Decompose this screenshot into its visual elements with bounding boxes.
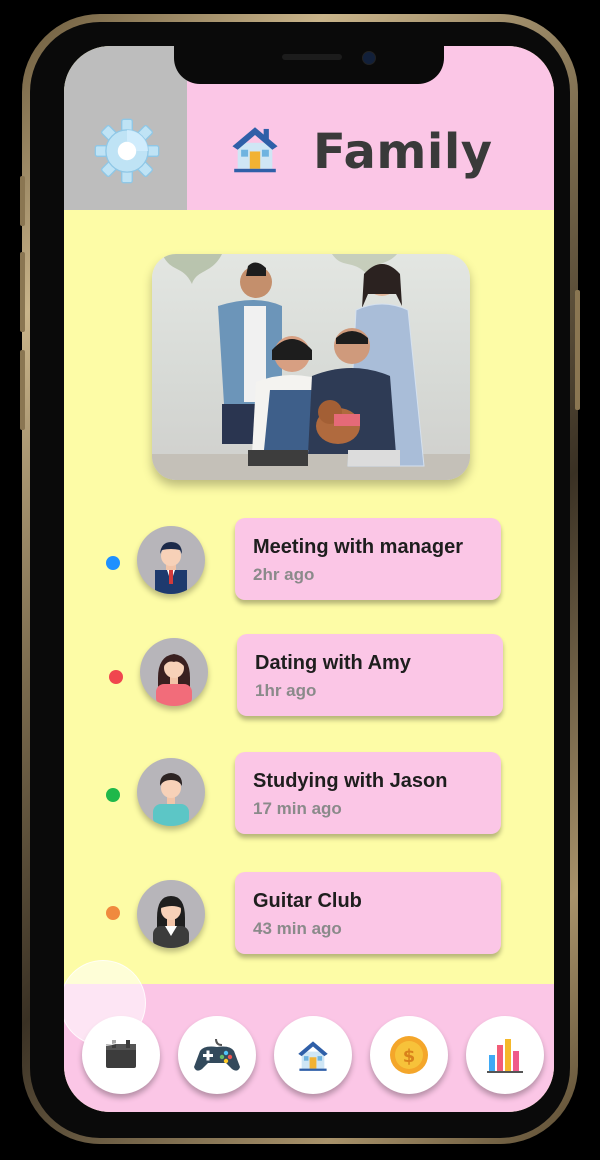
activity-time: 1hr ago	[255, 681, 317, 700]
activity-card[interactable]: Meeting with manager 2hr ago	[235, 518, 501, 600]
volume-down-button	[20, 350, 25, 430]
list-item[interactable]: Studying with Jason 17 min ago	[64, 750, 554, 840]
gear-icon[interactable]	[94, 118, 160, 184]
avatar	[137, 526, 205, 594]
touch-indicator	[64, 960, 146, 1046]
settings-panel[interactable]	[64, 46, 187, 210]
list-item[interactable]: Dating with Amy 1hr ago	[64, 632, 554, 722]
status-dot	[109, 670, 123, 684]
status-dot	[106, 906, 120, 920]
front-camera	[362, 51, 376, 65]
page-title: Family	[313, 124, 493, 180]
woman-avatar-icon	[156, 654, 192, 706]
avatar	[137, 880, 205, 948]
speaker-grille	[282, 54, 342, 60]
power-button	[575, 290, 580, 410]
avatar	[137, 758, 205, 826]
family-photo-illustration	[152, 254, 470, 480]
businessman-avatar-icon	[155, 542, 187, 594]
house-icon	[232, 127, 278, 173]
mute-switch	[20, 176, 25, 226]
activity-title: Meeting with manager	[253, 536, 464, 558]
boy-avatar-icon	[153, 773, 189, 826]
activity-card[interactable]: Guitar Club 43 min ago	[235, 872, 501, 954]
activity-time: 43 min ago	[253, 919, 342, 938]
activity-time: 17 min ago	[253, 799, 342, 818]
activity-time: 2hr ago	[253, 565, 315, 584]
nav-home-button[interactable]	[274, 1016, 352, 1094]
status-dot	[106, 788, 120, 802]
gamepad-icon	[194, 1038, 240, 1071]
coin-icon: $	[390, 1036, 428, 1074]
volume-up-button	[20, 252, 25, 332]
avatar	[140, 638, 208, 706]
activity-card[interactable]: Studying with Jason 17 min ago	[235, 752, 501, 834]
activity-title: Dating with Amy	[255, 652, 411, 674]
activity-title: Studying with Jason	[253, 770, 448, 792]
status-dot	[106, 556, 120, 570]
list-item[interactable]: Guitar Club 43 min ago	[64, 870, 554, 960]
activity-card[interactable]: Dating with Amy 1hr ago	[237, 634, 503, 716]
svg-text:$: $	[403, 1046, 416, 1067]
nav-finance-button[interactable]: $	[370, 1016, 448, 1094]
nav-games-button[interactable]	[178, 1016, 256, 1094]
nav-stats-button[interactable]	[466, 1016, 544, 1094]
house-icon	[298, 1041, 328, 1071]
activity-title: Guitar Club	[253, 890, 362, 912]
list-item[interactable]: Meeting with manager 2hr ago	[64, 516, 554, 606]
bar-chart-icon	[487, 1039, 523, 1073]
family-photo	[152, 254, 470, 480]
phone-notch	[174, 46, 444, 84]
app-screen: Family Meeting with manager 2hr ago Dati…	[64, 46, 554, 1112]
girl-avatar-icon	[153, 896, 189, 948]
